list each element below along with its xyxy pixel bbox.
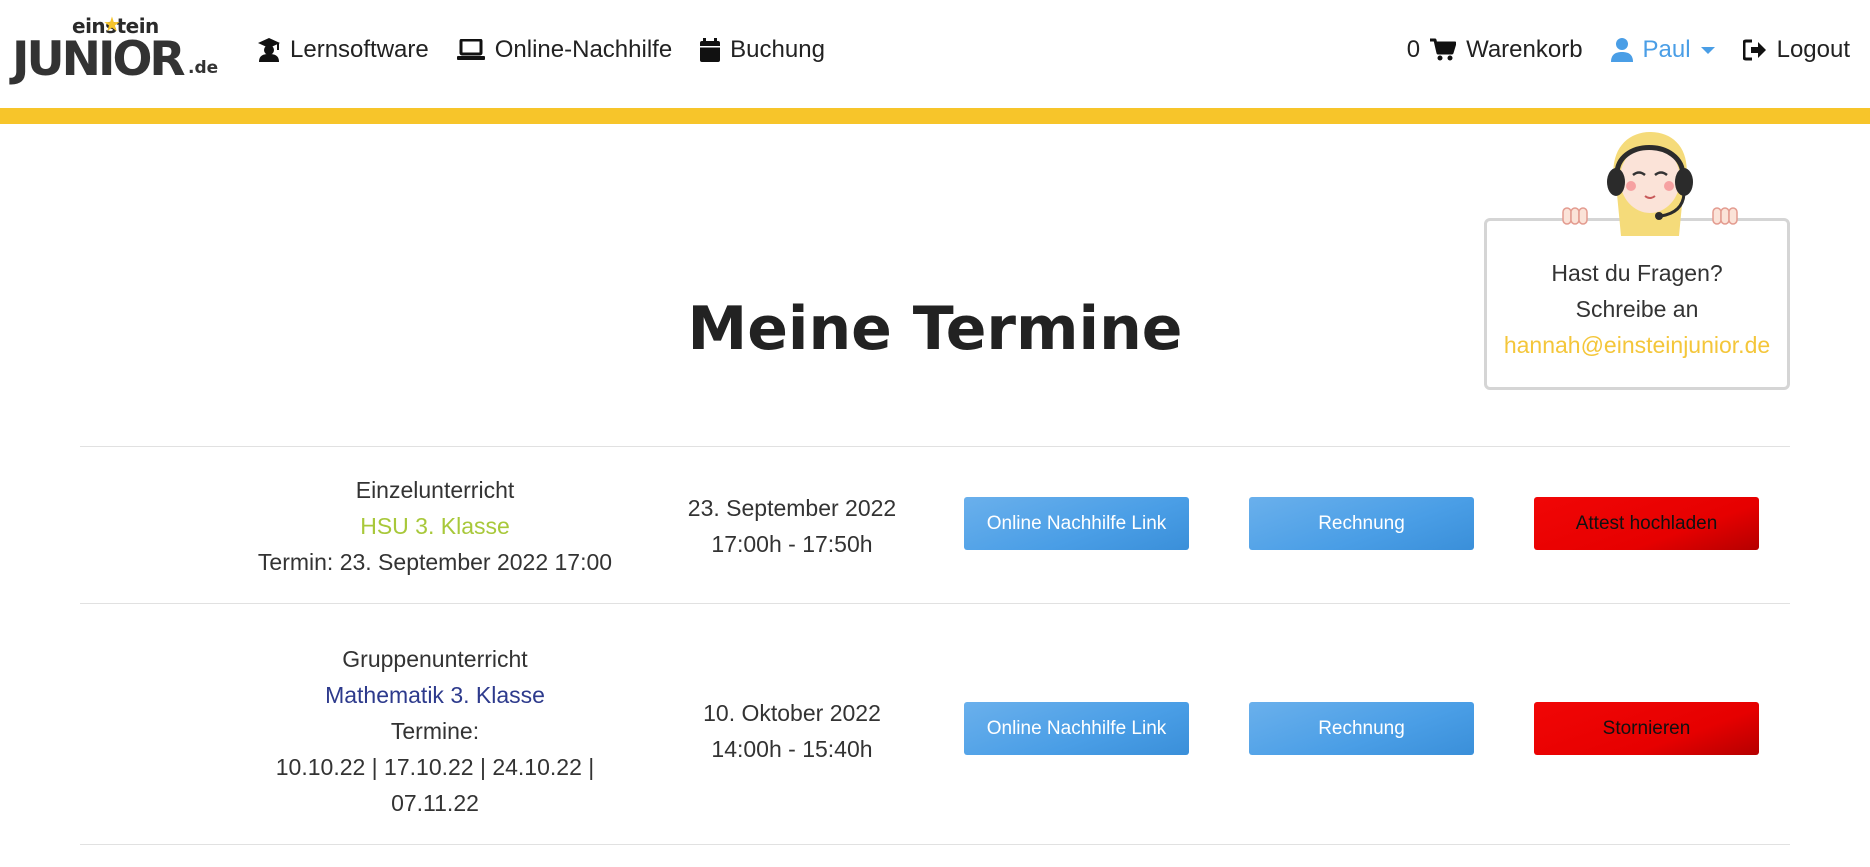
stornieren-label: Stornieren <box>1602 717 1691 739</box>
rechnung-label: Rechnung <box>1318 512 1405 534</box>
page-title: Meine Termine <box>687 294 1183 364</box>
appointment-term: Termin: 23. September 2022 17:00 <box>257 549 613 575</box>
top-navbar: einstein ★ JUNIOR .de Lernsoftware Onlin… <box>0 0 1870 108</box>
appointment-time: 14:00h - 15:40h <box>711 736 873 762</box>
online-nachhilfe-link-button[interactable]: Online Nachhilfe Link <box>964 702 1189 755</box>
mascot-girl-headset-icon <box>1562 132 1738 236</box>
chevron-down-icon <box>1700 46 1715 54</box>
nav-online-nachhilfe[interactable]: Online-Nachhilfe <box>456 36 673 64</box>
logout-icon <box>1742 39 1766 61</box>
rechnung-button[interactable]: Rechnung <box>1249 497 1474 550</box>
cart-count: 0 <box>1406 36 1421 63</box>
stornieren-button[interactable]: Stornieren <box>1534 702 1759 755</box>
logo-main-text: JUNIOR <box>12 32 186 87</box>
appointment-date: 10. Oktober 2022 <box>703 700 881 726</box>
appointment-subject: HSU 3. Klasse <box>360 513 510 539</box>
row-divider <box>80 603 1790 604</box>
calendar-icon <box>700 38 721 62</box>
appointment-type: Gruppenunterricht <box>342 646 528 672</box>
attest-hochladen-label: Attest hochladen <box>1575 512 1718 534</box>
rechnung-button[interactable]: Rechnung <box>1249 702 1474 755</box>
user-icon <box>1610 38 1633 62</box>
appointment-date: 23. September 2022 <box>687 495 897 521</box>
attest-hochladen-button[interactable]: Attest hochladen <box>1534 497 1759 550</box>
help-question-text: Hast du Fragen? <box>1551 260 1723 286</box>
appointment-datetime: 23. September 2022 17:00h - 17:50h <box>672 490 912 562</box>
logout-label: Logout <box>1776 36 1850 63</box>
logo-suffix-text: .de <box>188 58 219 78</box>
header-accent-stripe <box>0 108 1870 124</box>
appointment-term-dates: 10.10.22 | 17.10.22 | 24.10.22 | <box>275 754 595 780</box>
appointment-datetime: 10. Oktober 2022 14:00h - 15:40h <box>672 695 912 767</box>
online-nachhilfe-link-button[interactable]: Online Nachhilfe Link <box>964 497 1189 550</box>
user-name: Paul <box>1642 36 1691 63</box>
appointment-term-dates-cont: 07.11.22 <box>391 790 479 816</box>
appointment-subject: Mathematik 3. Klasse <box>325 682 545 708</box>
nav-lernsoftware[interactable]: Lernsoftware <box>258 36 429 64</box>
cart-icon <box>1430 38 1457 61</box>
online-nachhilfe-link-label: Online Nachhilfe Link <box>986 512 1167 534</box>
main-navigation: Lernsoftware Online-Nachhilfe Buchung <box>258 30 853 70</box>
laptop-icon <box>456 39 485 60</box>
appointment-info: Gruppenunterricht Mathematik 3. Klasse T… <box>225 641 645 821</box>
user-menu-dropdown[interactable]: Paul <box>1610 36 1715 64</box>
nav-lernsoftware-label: Lernsoftware <box>290 36 429 63</box>
appointment-info: Einzelunterricht HSU 3. Klasse Termin: 2… <box>225 472 645 580</box>
rechnung-label: Rechnung <box>1318 717 1405 739</box>
nav-online-nachhilfe-label: Online-Nachhilfe <box>494 36 673 63</box>
appointment-term: Termine: <box>390 718 480 744</box>
logout-link[interactable]: Logout <box>1742 36 1850 64</box>
nav-buchung-label: Buchung <box>730 36 825 63</box>
appointment-type: Einzelunterricht <box>355 477 515 503</box>
online-nachhilfe-link-label: Online Nachhilfe Link <box>986 717 1167 739</box>
cart-link[interactable]: 0 Warenkorb <box>1407 36 1583 64</box>
nav-buchung[interactable]: Buchung <box>700 36 825 64</box>
appointment-time: 17:00h - 17:50h <box>711 531 873 557</box>
row-divider <box>80 446 1790 447</box>
row-divider <box>80 844 1790 845</box>
user-navigation: 0 Warenkorb Paul Logout <box>1407 30 1850 70</box>
graduate-icon <box>258 38 280 62</box>
einsteinjunior-logo[interactable]: einstein ★ JUNIOR .de <box>12 14 222 87</box>
cart-label: Warenkorb <box>1466 36 1583 63</box>
